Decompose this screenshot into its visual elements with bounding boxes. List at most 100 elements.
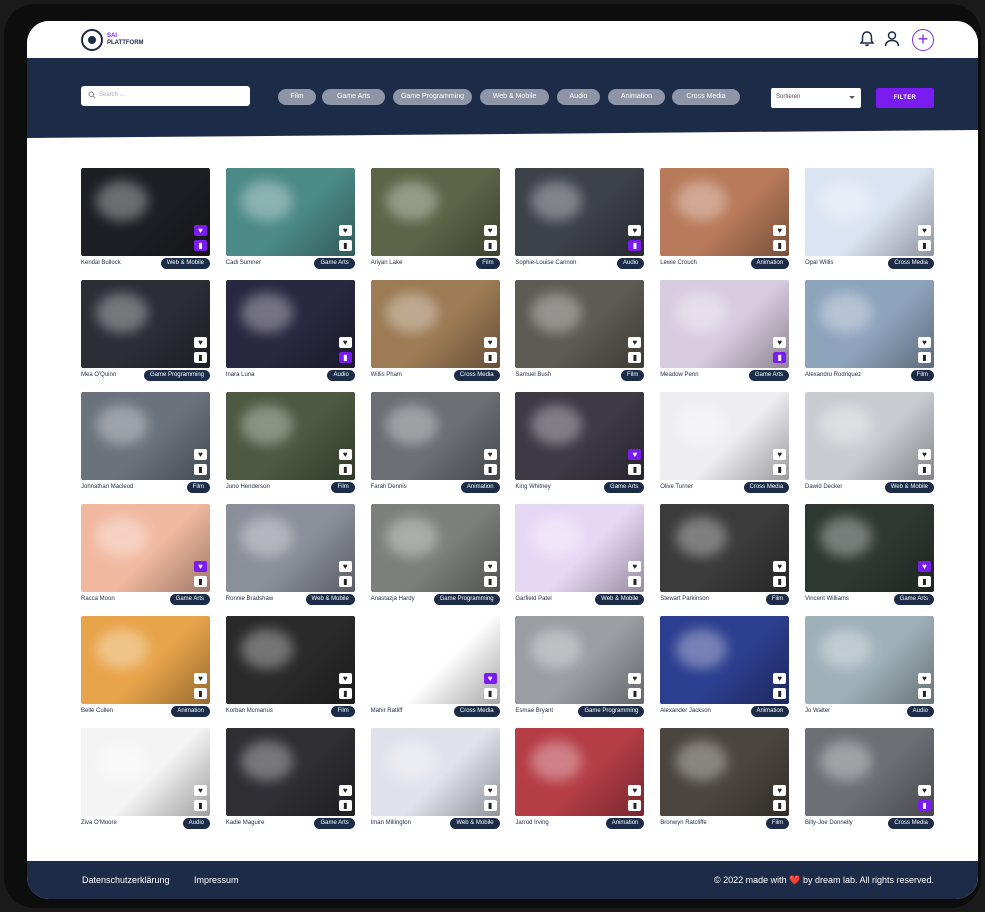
heart-icon[interactable]: ♥ — [918, 449, 931, 460]
author-name[interactable]: Ziva O'Moore — [81, 820, 117, 826]
project-card[interactable]: ♥ ▮ Jarrod Irving Animation — [515, 728, 645, 831]
author-name[interactable]: Dawid Decker — [805, 484, 842, 490]
author-name[interactable]: Johnathan Macleod — [81, 484, 133, 490]
author-name[interactable]: Kendal Bullock — [81, 260, 121, 266]
project-card[interactable]: ♥ ▮ Mahir Ratliff Cross Media — [370, 616, 500, 719]
category-tag[interactable]: Web & Mobile — [305, 594, 355, 605]
heart-icon[interactable]: ♥ — [338, 561, 352, 572]
heart-icon[interactable]: ♥ — [338, 449, 352, 460]
sort-select[interactable]: Sortieren — [771, 88, 861, 108]
bookmark-icon[interactable]: ▮ — [918, 352, 931, 363]
category-tag[interactable]: Film — [765, 594, 790, 605]
project-thumbnail[interactable]: ♥ ▮ — [805, 392, 934, 480]
project-thumbnail[interactable]: ♥ ▮ — [805, 616, 934, 704]
project-card[interactable]: ♥ ▮ Jo Walter Audio — [805, 616, 934, 719]
project-thumbnail[interactable]: ♥ ▮ — [370, 168, 500, 256]
author-name[interactable]: Racca Moon — [81, 596, 115, 602]
project-card[interactable]: ♥ ▮ Racca Moon Game Arts — [81, 504, 210, 607]
author-name[interactable]: Mea O'Quinn — [81, 372, 116, 378]
project-thumbnail[interactable]: ♥ ▮ — [370, 280, 500, 368]
category-tag[interactable]: Audio — [906, 706, 934, 717]
bookmark-icon[interactable]: ▮ — [628, 240, 642, 251]
project-card[interactable]: ♥ ▮ Kadie Maguire Game Arts — [225, 728, 355, 831]
heart-icon[interactable]: ♥ — [918, 561, 931, 572]
heart-icon[interactable]: ♥ — [483, 785, 497, 796]
category-tag[interactable]: Animation — [171, 706, 210, 717]
author-name[interactable]: Iman Millington — [371, 820, 411, 826]
author-name[interactable]: Jarrod Irving — [515, 820, 548, 826]
search-input[interactable]: Search ... — [81, 86, 250, 106]
project-card[interactable]: ♥ ▮ Samuel Bush Film — [515, 280, 645, 383]
category-tag[interactable]: Game Programming — [143, 370, 210, 381]
project-thumbnail[interactable]: ♥ ▮ — [660, 616, 790, 704]
heart-icon[interactable]: ♥ — [194, 337, 207, 348]
heart-icon[interactable]: ♥ — [194, 673, 207, 684]
project-thumbnail[interactable]: ♥ ▮ — [225, 616, 355, 704]
author-name[interactable]: Alexandru Rodriquez — [805, 372, 861, 378]
project-card[interactable]: ♥ ▮ Inara Luna Audio — [225, 280, 355, 383]
heart-icon[interactable]: ♥ — [338, 673, 352, 684]
category-tag[interactable]: Film — [331, 482, 355, 493]
project-card[interactable]: ♥ ▮ Johnathan Macleod Film — [81, 392, 210, 495]
heart-icon[interactable]: ♥ — [483, 673, 497, 684]
heart-icon[interactable]: ♥ — [194, 449, 207, 460]
project-card[interactable]: ♥ ▮ Farah Dennis Animation — [370, 392, 500, 495]
author-name[interactable]: King Whitney — [515, 484, 550, 490]
project-card[interactable]: ♥ ▮ Kendal Bullock Web & Mobile — [81, 168, 210, 271]
project-thumbnail[interactable]: ♥ ▮ — [81, 504, 210, 592]
heart-icon[interactable]: ♥ — [628, 225, 642, 236]
project-card[interactable]: ♥ ▮ Willis Pham Cross Media — [370, 280, 500, 383]
project-card[interactable]: ♥ ▮ Belle Cullen Animation — [81, 616, 210, 719]
author-name[interactable]: Meadow Penn — [660, 372, 698, 378]
project-thumbnail[interactable]: ♥ ▮ — [225, 504, 355, 592]
author-name[interactable]: Mahir Ratliff — [371, 708, 403, 714]
heart-icon[interactable]: ♥ — [483, 337, 497, 348]
category-chip[interactable]: Film — [278, 89, 316, 105]
author-name[interactable]: Billy-Joe Donnelly — [805, 820, 853, 826]
bookmark-icon[interactable]: ▮ — [194, 240, 207, 251]
project-thumbnail[interactable]: ♥ ▮ — [370, 392, 500, 480]
bookmark-icon[interactable]: ▮ — [338, 688, 352, 699]
author-name[interactable]: Anastazja Hardy — [371, 596, 415, 602]
project-card[interactable]: ♥ ▮ Billy-Joe Donnelly Cross Media — [805, 728, 934, 831]
category-tag[interactable]: Audio — [182, 818, 210, 829]
author-name[interactable]: Ariyan Lake — [371, 260, 403, 266]
project-card[interactable]: ♥ ▮ Garfield Patel Web & Mobile — [515, 504, 645, 607]
bookmark-icon[interactable]: ▮ — [628, 800, 642, 811]
project-thumbnail[interactable]: ♥ ▮ — [515, 616, 645, 704]
bookmark-icon[interactable]: ▮ — [773, 352, 787, 363]
project-thumbnail[interactable]: ♥ ▮ — [81, 728, 210, 816]
heart-icon[interactable]: ♥ — [483, 561, 497, 572]
project-card[interactable]: ♥ ▮ Bronwyn Ratcliffe Film — [660, 728, 790, 831]
project-thumbnail[interactable]: ♥ ▮ — [805, 504, 934, 592]
bookmark-icon[interactable]: ▮ — [483, 352, 497, 363]
bookmark-icon[interactable]: ▮ — [194, 688, 207, 699]
user-icon[interactable] — [882, 29, 902, 49]
project-card[interactable]: ♥ ▮ Lewie Crouch Animation — [660, 168, 790, 271]
category-tag[interactable]: Game Arts — [893, 594, 934, 605]
project-thumbnail[interactable]: ♥ ▮ — [81, 280, 210, 368]
author-name[interactable]: Inara Luna — [226, 372, 255, 378]
imprint-link[interactable]: Impressum — [194, 875, 239, 885]
project-thumbnail[interactable]: ♥ ▮ — [370, 504, 500, 592]
heart-icon[interactable]: ♥ — [773, 673, 787, 684]
heart-icon[interactable]: ♥ — [338, 785, 352, 796]
category-tag[interactable]: Cross Media — [453, 370, 500, 381]
bookmark-icon[interactable]: ▮ — [194, 352, 207, 363]
bookmark-icon[interactable]: ▮ — [773, 800, 787, 811]
category-chip[interactable]: Web & Mobile — [480, 89, 549, 105]
category-tag[interactable]: Game Programming — [433, 594, 500, 605]
author-name[interactable]: Farah Dennis — [371, 484, 407, 490]
heart-icon[interactable]: ♥ — [483, 225, 497, 236]
project-thumbnail[interactable]: ♥ ▮ — [660, 504, 790, 592]
category-chip[interactable]: Game Arts — [322, 89, 385, 105]
category-tag[interactable]: Web & Mobile — [450, 818, 500, 829]
project-thumbnail[interactable]: ♥ ▮ — [225, 168, 355, 256]
category-tag[interactable]: Web & Mobile — [884, 482, 934, 493]
bookmark-icon[interactable]: ▮ — [338, 240, 352, 251]
heart-icon[interactable]: ♥ — [918, 673, 931, 684]
project-thumbnail[interactable]: ♥ ▮ — [225, 280, 355, 368]
category-chip[interactable]: Audio — [557, 89, 600, 105]
bookmark-icon[interactable]: ▮ — [483, 240, 497, 251]
project-thumbnail[interactable]: ♥ ▮ — [81, 168, 210, 256]
